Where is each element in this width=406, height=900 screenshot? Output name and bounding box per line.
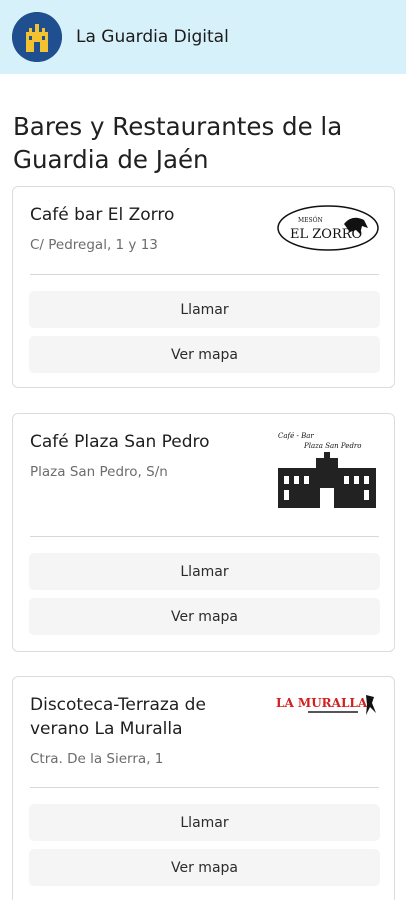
listing-card: Café bar El Zorro C/ Pedregal, 1 y 13 ME… — [12, 186, 395, 388]
listing-address: Plaza San Pedro, S/n — [30, 464, 168, 480]
listing-address: C/ Pedregal, 1 y 13 — [30, 237, 158, 253]
la-muralla-logo: LA MURALLA — [276, 691, 380, 721]
call-button[interactable]: Llamar — [29, 804, 380, 841]
el-zorro-logo: MESÓN EL ZORRO — [276, 204, 380, 252]
plaza-san-pedro-logo: Café - Bar Plaza San Pedro — [276, 428, 380, 518]
view-map-button[interactable]: Ver mapa — [29, 849, 380, 886]
app-title: La Guardia Digital — [76, 27, 229, 47]
page-title: Bares y Restaurantes de la Guardia de Ja… — [13, 112, 343, 174]
svg-text:MESÓN: MESÓN — [298, 216, 323, 224]
svg-text:Café - Bar: Café - Bar — [278, 432, 314, 440]
view-map-button[interactable]: Ver mapa — [29, 598, 380, 635]
svg-text:LA MURALLA: LA MURALLA — [276, 696, 368, 710]
listing-name: Café bar El Zorro — [30, 205, 175, 225]
call-button[interactable]: Llamar — [29, 553, 380, 590]
app-bar: La Guardia Digital — [0, 0, 406, 74]
call-button[interactable]: Llamar — [29, 291, 380, 328]
listing-name: Café Plaza San Pedro — [30, 432, 210, 452]
listing-card: Café Plaza San Pedro Plaza San Pedro, S/… — [12, 413, 395, 652]
listing-address: Ctra. De la Sierra, 1 — [30, 751, 164, 767]
card-divider — [30, 787, 379, 788]
card-divider — [30, 274, 379, 275]
castle-shield-icon — [12, 12, 62, 62]
view-map-button[interactable]: Ver mapa — [29, 336, 380, 373]
card-divider — [30, 536, 379, 537]
svg-text:Plaza San Pedro: Plaza San Pedro — [303, 442, 362, 450]
listing-name: Discoteca-Terraza de verano La Muralla — [30, 695, 206, 739]
listing-card: Discoteca-Terraza de verano La Muralla C… — [12, 676, 395, 900]
